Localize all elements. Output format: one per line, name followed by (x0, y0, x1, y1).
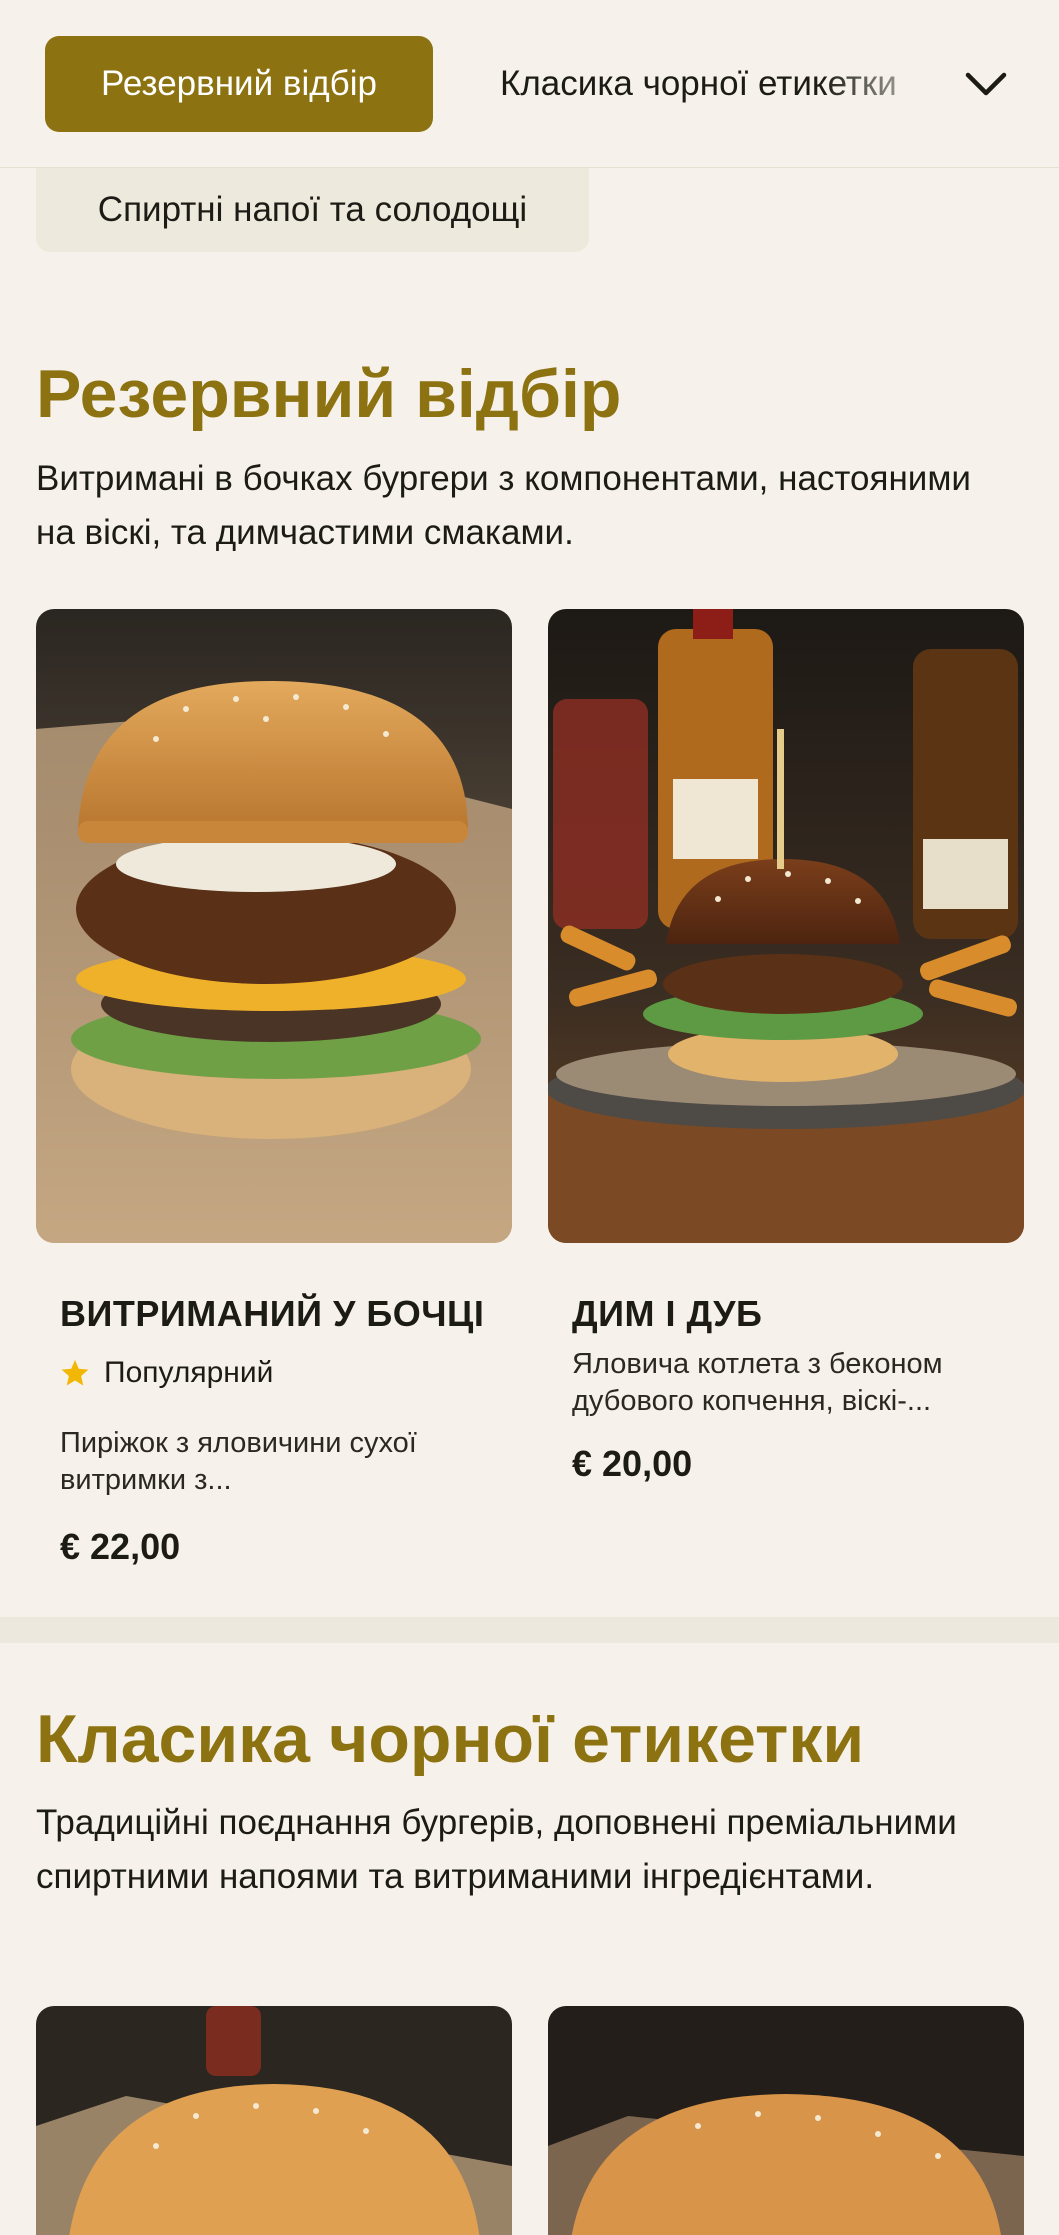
section-title-black-label: Класика чорної етикетки (36, 1701, 865, 1777)
category-nav-bar: Резервний відбір Класика чорної етикетки (0, 0, 1059, 168)
menu-item-title[interactable]: ВИТРИМАНИЙ У БОЧЦІ (60, 1293, 484, 1335)
tab-spirits-and-sweets[interactable]: Спиртні напої та солодощі (36, 168, 589, 252)
menu-item-price: € 20,00 (572, 1443, 693, 1484)
section-title-reserve: Резервний відбір (36, 356, 622, 432)
menu-item-image-smoke-and-oak[interactable] (548, 609, 1024, 1243)
menu-item-title[interactable]: ДИМ І ДУБ (572, 1293, 762, 1335)
star-icon (61, 1359, 89, 1386)
menu-page: Резервний відбір Класика чорної етикетки… (0, 0, 1059, 2235)
section-description-reserve: Витримані в бочках бургери з компонентам… (36, 459, 971, 552)
section-divider (0, 1617, 1059, 1643)
popular-badge: Популярний (60, 1356, 273, 1390)
tab-black-label-classics[interactable]: Класика чорної етикетки (500, 36, 960, 132)
menu-item-image[interactable] (548, 2006, 1024, 2235)
menu-item-price: € 22,00 (60, 1526, 181, 1567)
chevron-down-icon[interactable] (960, 58, 1012, 110)
badge-label: Популярний (104, 1356, 274, 1389)
section-description-black-label: Традиційні поєднання бургерів, доповнені… (36, 1803, 957, 1896)
menu-item-image[interactable] (36, 2006, 512, 2235)
tab-reserve-selection[interactable]: Резервний відбір (45, 36, 433, 132)
menu-item-image-barrel-aged[interactable] (36, 609, 512, 1243)
menu-item-description: Пиріжок з яловичини сухої витримки з... (60, 1427, 417, 1496)
menu-item-description: Яловича котлета з беконом дубового копче… (572, 1348, 943, 1417)
